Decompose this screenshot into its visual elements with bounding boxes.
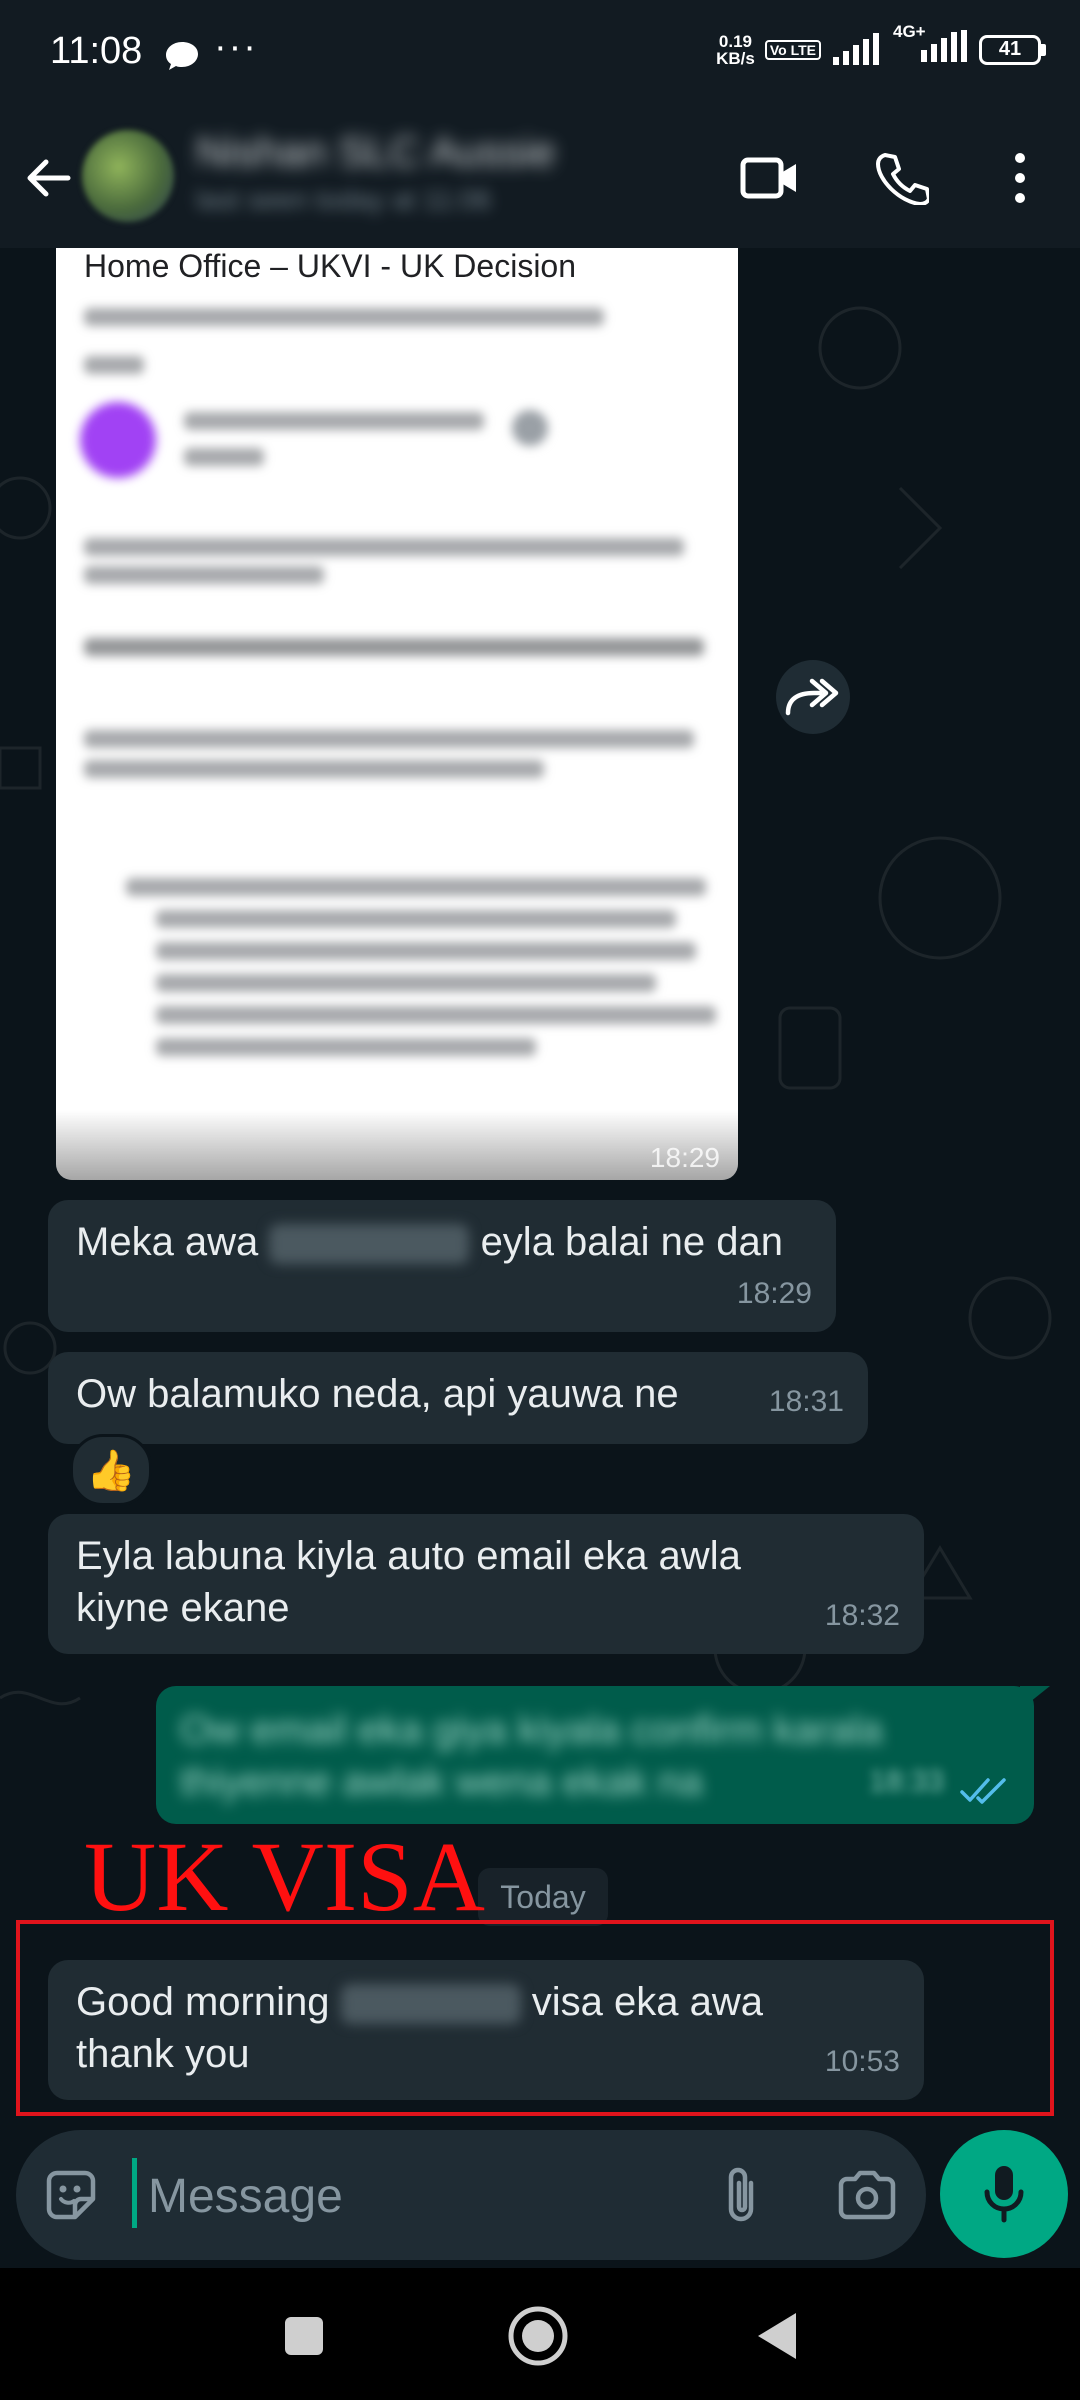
- status-bar: 11:08 ··· 0.19 KB/s Vo LTE 4G+ 41: [0, 0, 1080, 108]
- text-cursor: [132, 2158, 137, 2228]
- incoming-message[interactable]: Meka awa eyla balai ne dan 18:29: [48, 1200, 836, 1332]
- triangle-back-icon: [758, 2313, 796, 2359]
- volte-icon: Vo LTE: [764, 39, 821, 60]
- message-composer: [16, 2130, 926, 2260]
- forward-button[interactable]: [776, 660, 850, 734]
- message-time: 18:31: [768, 1385, 844, 1418]
- message-time: 18:33: [868, 1765, 944, 1798]
- speed-unit: KB/s: [716, 48, 755, 68]
- contact-avatar[interactable]: [82, 130, 174, 222]
- contact-name[interactable]: Nishan SLC Aussie: [196, 128, 556, 176]
- voice-record-button[interactable]: [940, 2130, 1068, 2258]
- video-camera-icon: [740, 157, 796, 199]
- microphone-icon: [984, 2166, 1024, 2223]
- message-line-2: thiyenne awlak wena ekak na: [180, 1760, 703, 1804]
- highlight-box: [16, 1920, 1054, 2116]
- attach-button[interactable]: [706, 2160, 776, 2230]
- camera-icon: [838, 2170, 896, 2220]
- sticker-icon: [46, 2170, 96, 2220]
- thumbs-up-reaction[interactable]: 👍: [70, 1434, 152, 1506]
- battery-level: 41: [979, 34, 1041, 65]
- speed-value: 0.19: [718, 31, 753, 51]
- network-speed: 0.19 KB/s: [716, 33, 755, 67]
- image-email-subject: Home Office – UKVI - UK Decision: [84, 248, 577, 284]
- blurred-message-text: Ow email eka giya kiyala confirm karala …: [180, 1704, 882, 1808]
- redacted-text: [269, 1224, 470, 1265]
- voice-call-button[interactable]: [870, 146, 934, 210]
- double-check-read-icon: [960, 1778, 1006, 1804]
- message-text-2: eyla balai ne dan: [480, 1220, 784, 1264]
- status-time: 11:08: [50, 30, 143, 72]
- more-options-button[interactable]: [988, 146, 1052, 210]
- message-input[interactable]: [146, 2158, 670, 2234]
- paperclip-icon: [728, 2167, 754, 2222]
- camera-button[interactable]: [832, 2160, 902, 2230]
- date-separator: Today: [478, 1868, 608, 1926]
- message-time: 18:32: [824, 1599, 900, 1632]
- home-button[interactable]: [498, 2296, 578, 2376]
- message-line-1: Ow email eka giya kiyala confirm karala: [180, 1708, 883, 1752]
- chat-notification-icon: [166, 42, 198, 70]
- system-navigation-bar: [0, 2268, 1080, 2400]
- annotation-label: UK VISA: [84, 1821, 485, 1932]
- outgoing-message[interactable]: Ow email eka giya kiyala confirm karala …: [156, 1686, 1034, 1824]
- kebab-menu-icon: [1015, 153, 1025, 203]
- incoming-message[interactable]: Ow balamuko neda, api yauwa ne 18:31: [48, 1352, 868, 1444]
- message-text: Ow balamuko neda, api yauwa ne: [76, 1372, 679, 1416]
- image-message[interactable]: Home Office – UKVI - UK Decision 18:29: [56, 248, 738, 1180]
- network-type: 4G+: [893, 22, 969, 69]
- forward-icon: [785, 678, 839, 716]
- message-text: Meka awa: [76, 1220, 259, 1264]
- signal-icon: [833, 32, 879, 65]
- more-notifications-icon: ···: [214, 26, 258, 68]
- message-text: Eyla labuna kiyla auto email eka awla ki…: [76, 1534, 741, 1630]
- phone-icon: [876, 153, 929, 205]
- chat-area[interactable]: Home Office – UKVI - UK Decision 18:29 M…: [0, 248, 1080, 2128]
- chat-header: Nishan SLC Aussie last seen today at 11:…: [0, 108, 1080, 248]
- back-arrow-icon[interactable]: [18, 148, 78, 208]
- image-message-time: 18:29: [649, 1142, 720, 1173]
- video-call-button[interactable]: [738, 146, 802, 210]
- sticker-button[interactable]: [36, 2160, 106, 2230]
- contact-last-seen[interactable]: last seen today at 11:06: [196, 184, 491, 216]
- recent-apps-button[interactable]: [264, 2296, 344, 2376]
- circle-home-icon: [508, 2306, 568, 2366]
- message-time: 18:29: [736, 1277, 812, 1310]
- back-button[interactable]: [736, 2296, 816, 2376]
- network-label: 4G+: [893, 22, 926, 41]
- battery-icon: 41: [979, 34, 1046, 65]
- bubble-tail: [1020, 1686, 1050, 1710]
- incoming-message[interactable]: Eyla labuna kiyla auto email eka awla ki…: [48, 1514, 924, 1654]
- blurred-email-preview: [56, 298, 738, 1158]
- square-icon: [285, 2317, 323, 2355]
